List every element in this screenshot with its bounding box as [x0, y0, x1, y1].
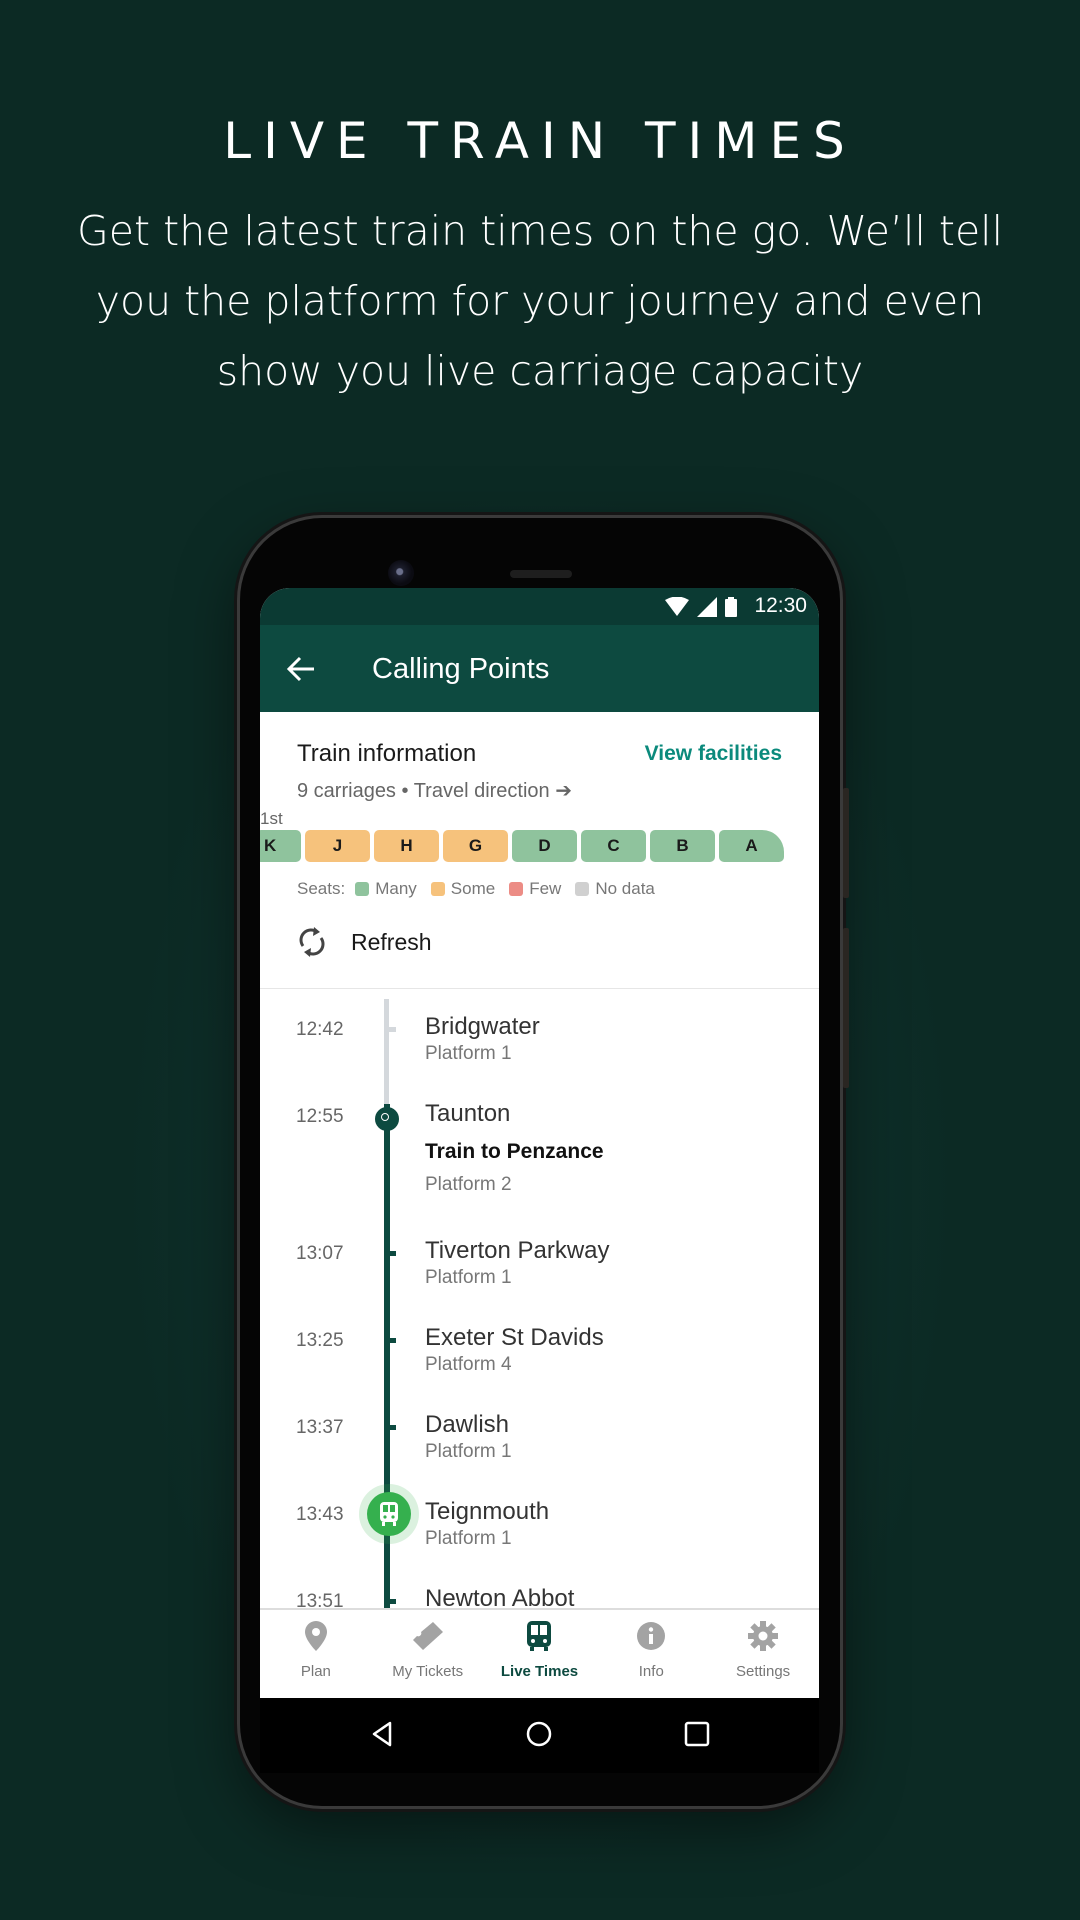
page-title: Calling Points: [372, 653, 550, 685]
carriage-summary: 9 carriages • Travel direction ➔: [297, 780, 572, 802]
stop-platform: Platform 1: [425, 1441, 512, 1462]
ticket-icon: [411, 1620, 445, 1657]
stop-tick: [388, 1599, 396, 1604]
carriage-k[interactable]: K: [260, 830, 301, 862]
bottom-navigation: Plan My Tickets Live Times Info Settings: [260, 1608, 819, 1698]
carriage-b[interactable]: B: [650, 830, 715, 862]
nav-item-label: My Tickets: [392, 1663, 464, 1680]
calling-points-list[interactable]: 12:42 Bridgwater Platform 1 12:55 Taunton Tra…: [260, 989, 819, 1608]
view-facilities-link[interactable]: View facilities: [645, 742, 782, 766]
stop-station: Exeter St Davids: [425, 1324, 604, 1351]
stop-tick: [388, 1338, 396, 1343]
phone-frame: 12:30 Calling Points Train information V…: [240, 518, 849, 1806]
legend-label-some: Some: [450, 879, 496, 898]
origin-node-icon: [375, 1107, 399, 1131]
gear-icon: [747, 1620, 779, 1657]
hero-title: LIVE TRAIN TIMES: [223, 112, 857, 170]
carriage-c[interactable]: C: [581, 830, 646, 862]
stop-platform: Platform 2: [425, 1174, 512, 1195]
stop-station: Bridgwater: [425, 1013, 540, 1040]
refresh-label: Refresh: [351, 928, 432, 955]
stop-time: 13:51: [296, 1591, 344, 1608]
status-bar: 12:30: [260, 588, 819, 625]
carriage-strip[interactable]: KJHGDCBA: [260, 830, 784, 862]
stop-time: 13:43: [296, 1504, 344, 1525]
stop-time: 12:55: [296, 1106, 344, 1127]
train-info-heading: Train information: [297, 740, 477, 767]
map-pin-icon: [303, 1620, 329, 1657]
nav-item-info[interactable]: Info: [595, 1610, 707, 1698]
stop-tick: [388, 1251, 396, 1256]
refresh-button[interactable]: Refresh: [297, 917, 782, 967]
stop-platform: Platform 1: [425, 1528, 512, 1549]
carriage-h[interactable]: H: [374, 830, 439, 862]
stop-tick: [388, 1425, 396, 1430]
carriage-g[interactable]: G: [443, 830, 508, 862]
legend-swatch-some: [430, 882, 445, 896]
nav-item-label: Live Times: [500, 1663, 579, 1680]
hero-subtitle: Get the latest train times on the go. We…: [77, 207, 1003, 395]
legend-swatch-few: [509, 882, 524, 896]
power-button: [843, 928, 849, 1088]
app-screen: 12:30 Calling Points Train information V…: [260, 588, 819, 1698]
nav-back-icon[interactable]: [370, 1720, 394, 1748]
carriage-d[interactable]: D: [512, 830, 577, 862]
system-navigation-bar: [260, 1698, 819, 1773]
app-bar: Calling Points: [260, 625, 819, 712]
first-class-label: 1st: [260, 809, 283, 828]
stop-platform: Platform 4: [425, 1354, 512, 1375]
stop-tick: [388, 1027, 396, 1032]
legend-swatch-nodata: [575, 882, 590, 896]
stop-platform: Platform 1: [425, 1043, 512, 1064]
legend-label-few: Few: [529, 879, 562, 898]
current-position-inner: [367, 1492, 411, 1536]
stop-station: Newton Abbot: [425, 1585, 575, 1608]
stop-station: Dawlish: [425, 1411, 510, 1438]
nav-recents-icon[interactable]: [684, 1720, 710, 1748]
earpiece-speaker: [510, 570, 572, 578]
signal-icon: [697, 597, 717, 617]
nav-item-my-tickets[interactable]: My Tickets: [372, 1610, 484, 1698]
arrow-left-icon[interactable]: [286, 655, 316, 683]
refresh-icon: [299, 927, 325, 957]
wifi-icon: [665, 597, 689, 616]
rail-passed: [384, 999, 389, 1104]
train-icon: [380, 1502, 398, 1526]
carriage-a[interactable]: A: [719, 830, 784, 862]
stop-time: 13:25: [296, 1330, 344, 1351]
stop-time: 13:07: [296, 1243, 344, 1264]
train-info-panel: Train information View facilities 9 carr…: [260, 712, 819, 989]
seats-legend: Seats: Many Some Few No data: [297, 879, 655, 899]
carriage-j[interactable]: J: [305, 830, 370, 862]
legend-swatch-many: [355, 882, 370, 896]
stop-service-note: Train to Penzance: [425, 1140, 604, 1163]
info-icon: [635, 1620, 667, 1657]
front-camera: [388, 560, 414, 586]
current-position-marker: [359, 1484, 419, 1544]
status-time: 12:30: [754, 594, 807, 617]
train-icon: [525, 1620, 553, 1657]
legend-label: Seats:: [297, 879, 346, 898]
battery-icon: [725, 597, 737, 617]
stop-station: Teignmouth: [425, 1498, 550, 1525]
nav-item-plan[interactable]: Plan: [260, 1610, 372, 1698]
nav-item-label: Settings: [735, 1663, 791, 1680]
nav-home-icon[interactable]: [525, 1720, 553, 1748]
legend-label-many: Many: [375, 879, 417, 898]
nav-item-settings[interactable]: Settings: [707, 1610, 819, 1698]
stop-time: 12:42: [296, 1019, 344, 1040]
stop-time: 13:37: [296, 1417, 344, 1438]
stop-station: Tiverton Parkway: [425, 1237, 610, 1264]
nav-item-label: Plan: [300, 1663, 331, 1680]
stop-station: Taunton: [425, 1100, 511, 1127]
volume-button: [843, 788, 849, 898]
nav-item-label: Info: [638, 1663, 664, 1680]
nav-item-live-times[interactable]: Live Times: [484, 1610, 596, 1698]
legend-label-nodata: No data: [595, 879, 655, 898]
stop-platform: Platform 1: [425, 1267, 512, 1288]
